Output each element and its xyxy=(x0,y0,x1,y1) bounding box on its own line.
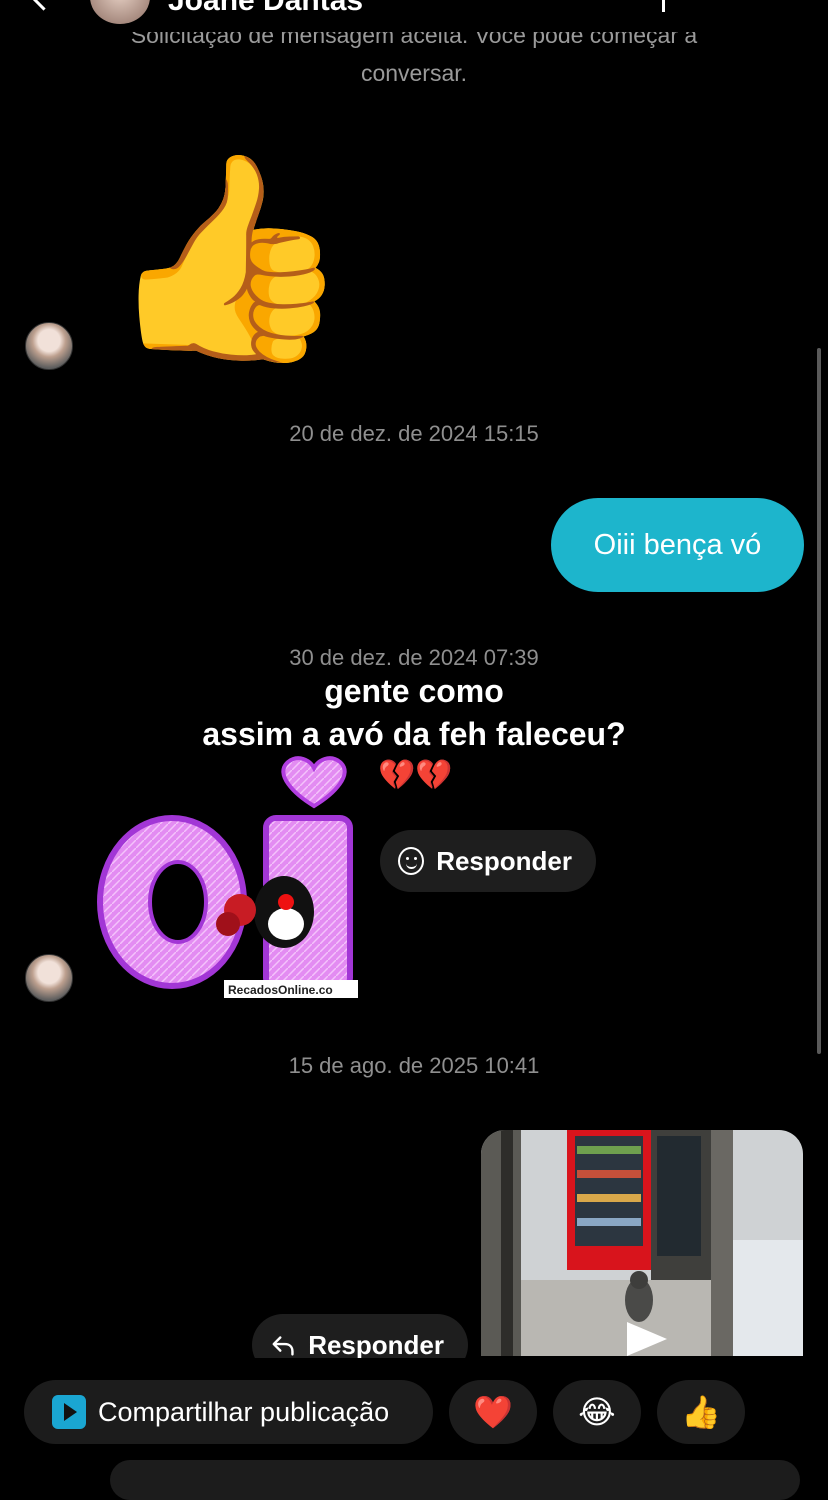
share-post-label: Compartilhar publicação xyxy=(98,1396,390,1427)
overlay-caption-line-2: assim a avó da feh faleceu? xyxy=(202,716,626,752)
reply-label: Responder xyxy=(308,1329,444,1360)
quick-react-laugh[interactable]: 😂 xyxy=(553,1380,641,1444)
scrollbar[interactable] xyxy=(817,348,821,1054)
message-input[interactable] xyxy=(110,1460,800,1500)
share-post-button[interactable]: Compartilhar publicação xyxy=(24,1380,433,1444)
timestamp: 15 de ago. de 2025 10:41 xyxy=(288,1053,540,1078)
outgoing-message-bubble[interactable]: Oiii bença vó xyxy=(551,498,804,592)
header-avatar[interactable] xyxy=(90,0,150,24)
request-accepted-notice: Solicitação de mensagem aceita. Você pod… xyxy=(60,32,768,92)
notice-line-1: Solicitação de mensagem aceita. Você pod… xyxy=(130,32,698,48)
flag-icon[interactable] xyxy=(662,0,711,12)
sticker-icon xyxy=(398,847,425,875)
broken-heart-emojis: 💔💔 xyxy=(378,759,453,792)
respond-label: Responder xyxy=(436,845,572,876)
sender-avatar[interactable] xyxy=(25,322,73,370)
respond-with-sticker-button[interactable]: Responder xyxy=(380,830,596,892)
quick-react-thumbs-up[interactable]: 👍 xyxy=(657,1380,745,1444)
chat-header: Joane Dantas xyxy=(0,0,828,30)
quick-react-heart[interactable]: ❤️ xyxy=(449,1380,537,1444)
contact-name[interactable]: Joane Dantas xyxy=(168,0,363,18)
reply-arrow-icon xyxy=(272,1336,294,1356)
sticker-watermark: RecadosOnline.co xyxy=(228,983,333,997)
message-text: Oiii bença vó xyxy=(593,528,762,561)
shared-video-thumbnail[interactable] xyxy=(481,1130,803,1356)
notice-line-2: conversar. xyxy=(360,60,468,86)
play-square-icon xyxy=(52,1395,86,1429)
sender-avatar[interactable] xyxy=(25,954,73,1002)
oi-glitter-sticker[interactable]: RecadosOnline.co xyxy=(96,752,366,1000)
thumbs-up-sticker[interactable]: 👍 xyxy=(104,138,353,378)
timestamp: 30 de dez. de 2024 07:39 xyxy=(289,645,539,670)
timestamp: 20 de dez. de 2024 15:15 xyxy=(289,421,539,446)
back-arrow-icon[interactable] xyxy=(24,0,63,11)
overlay-caption-line-1: gente como xyxy=(324,673,504,709)
